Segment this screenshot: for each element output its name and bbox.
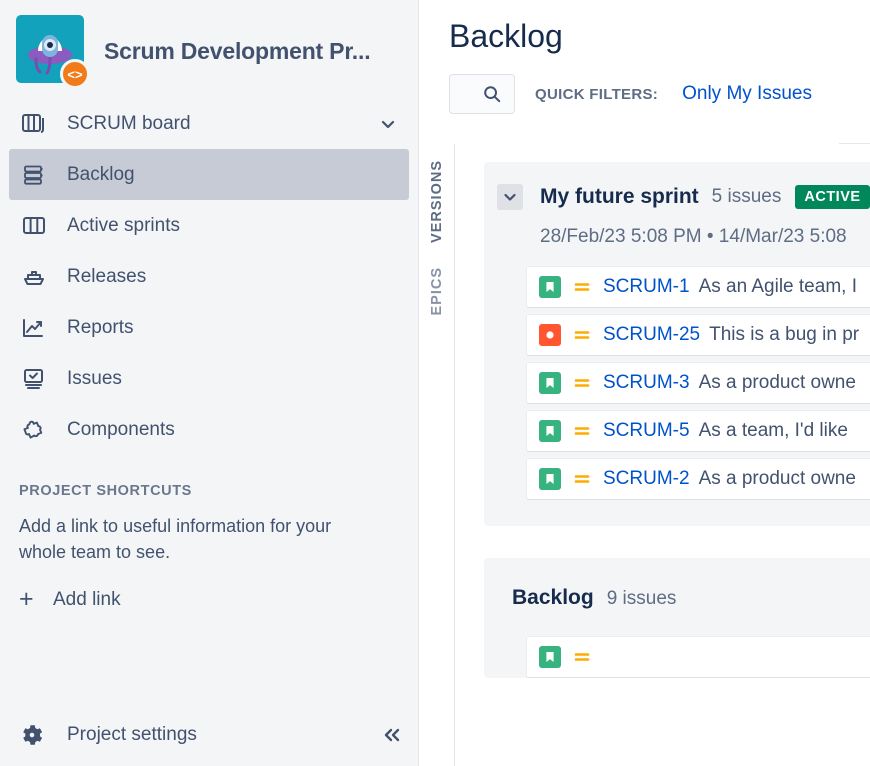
issue-summary: As an Agile team, I <box>698 276 857 297</box>
sprint-dates: 28/Feb/23 5:08 PM • 14/Mar/23 5:08 <box>540 226 847 247</box>
priority-medium-icon <box>573 650 591 664</box>
quick-filters-label: QUICK FILTERS: <box>535 85 659 103</box>
chevron-down-icon[interactable] <box>379 115 397 133</box>
sidebar-item-label: Components <box>67 418 175 440</box>
backlog-section: Backlog 9 issues <box>484 558 870 678</box>
code-badge-glyph: <> <box>67 66 83 82</box>
sidebar-item-label: Backlog <box>67 163 135 185</box>
search-input[interactable] <box>449 74 515 114</box>
sprint-issue-count: 5 issues <box>711 186 782 207</box>
page-title: Scrum Development Pr... <box>104 37 371 64</box>
backlog-content: VERSIONS EPICS My future sprint 5 issues… <box>419 144 870 766</box>
sidebar-item-issues[interactable]: Issues <box>9 353 409 404</box>
sidebar-item-label: Releases <box>67 265 147 287</box>
issue-key[interactable]: SCRUM-3 <box>603 372 690 394</box>
gear-icon <box>19 722 49 748</box>
table-row[interactable]: SCRUM-2 As a product owne <box>526 458 870 500</box>
table-row[interactable] <box>526 636 870 678</box>
story-bookmark-icon <box>539 646 561 668</box>
tab-versions[interactable]: VERSIONS <box>429 154 445 249</box>
project-settings-label: Project settings <box>67 724 197 745</box>
sprint-section: My future sprint 5 issues ACTIVE 28/Feb/… <box>484 162 870 526</box>
chart-trend-icon <box>19 313 49 343</box>
backlog-layers-icon <box>19 160 49 190</box>
issue-summary: As a team, I'd like <box>698 420 848 441</box>
priority-medium-icon <box>573 376 591 390</box>
issue-key[interactable]: SCRUM-5 <box>603 420 690 442</box>
quick-filter-only-my-issues[interactable]: Only My Issues <box>682 83 812 105</box>
add-link-label: Add link <box>53 588 121 610</box>
backlog-section-header: Backlog 9 issues <box>484 586 870 610</box>
sidebar-item-scrum-board[interactable]: SCRUM board <box>9 98 409 149</box>
backlog-issue-count: 9 issues <box>606 588 677 609</box>
project-sidebar: <> Scrum Development Pr... SCRUM board B… <box>0 0 419 766</box>
tab-epics[interactable]: EPICS <box>429 261 445 322</box>
sidebar-item-active-sprints[interactable]: Active sprints <box>9 200 409 251</box>
backlog-page-title: Backlog <box>449 18 563 54</box>
bug-circle-icon <box>539 324 561 346</box>
sidebar-item-label: Active sprints <box>67 214 180 236</box>
sidebar-nav: SCRUM board Backlog Active sprints Relea… <box>0 98 418 455</box>
project-shortcuts-description: Add a link to useful information for you… <box>19 516 332 563</box>
sidebar-item-label: Reports <box>67 316 134 338</box>
sprint-header: My future sprint 5 issues ACTIVE <box>484 180 870 214</box>
side-panel-tabs: VERSIONS EPICS <box>419 144 455 766</box>
status-badge: ACTIVE <box>795 184 870 210</box>
backlog-scroll-area[interactable]: My future sprint 5 issues ACTIVE 28/Feb/… <box>455 144 870 766</box>
table-row[interactable]: SCRUM-25 This is a bug in pr <box>526 314 870 356</box>
sidebar-item-releases[interactable]: Releases <box>9 251 409 302</box>
sidebar-item-backlog[interactable]: Backlog <box>9 149 409 200</box>
project-settings-button[interactable]: Project settings <box>0 710 418 760</box>
double-chevron-left-icon[interactable] <box>382 725 404 745</box>
table-row[interactable]: SCRUM-5 As a team, I'd like <box>526 410 870 452</box>
jira-backlog-screen: <> Scrum Development Pr... SCRUM board B… <box>0 0 870 766</box>
sidebar-item-components[interactable]: Components <box>9 404 409 455</box>
project-shortcuts-heading: PROJECT SHORTCUTS <box>19 483 192 499</box>
board-stack-icon <box>19 109 49 139</box>
sidebar-item-reports[interactable]: Reports <box>9 302 409 353</box>
story-bookmark-icon <box>539 372 561 394</box>
code-badge-icon: <> <box>60 59 90 89</box>
search-icon <box>484 86 501 103</box>
story-bookmark-icon <box>539 420 561 442</box>
story-bookmark-icon <box>539 468 561 490</box>
backlog-issue-list <box>484 636 870 678</box>
priority-medium-icon <box>573 424 591 438</box>
plus-icon: + <box>19 585 34 614</box>
avatar: <> <box>16 15 90 89</box>
issue-key[interactable]: SCRUM-2 <box>603 468 690 490</box>
chevron-down-icon[interactable] <box>497 184 523 210</box>
issue-summary: This is a bug in pr <box>709 324 860 345</box>
priority-medium-icon <box>573 280 591 294</box>
issue-summary: As a product owne <box>698 468 856 489</box>
columns-icon <box>19 211 49 241</box>
priority-medium-icon <box>573 328 591 342</box>
table-row[interactable]: SCRUM-3 As a product owne <box>526 362 870 404</box>
sidebar-item-label: Issues <box>67 367 122 389</box>
issue-summary: As a product owne <box>698 372 856 393</box>
add-link-button[interactable]: + Add link <box>19 587 418 612</box>
backlog-main: Backlog QUICK FILTERS: Only My Issues VE… <box>419 0 870 766</box>
filters-toolbar: QUICK FILTERS: Only My Issues <box>449 71 870 117</box>
table-row[interactable]: SCRUM-1 As an Agile team, I <box>526 266 870 308</box>
backlog-section-title: Backlog <box>512 586 594 609</box>
priority-medium-icon <box>573 472 591 486</box>
sprint-name: My future sprint <box>540 185 699 208</box>
sprint-issue-list: SCRUM-1 As an Agile team, I SCRUM-25 Thi… <box>484 266 870 500</box>
sidebar-item-label: SCRUM board <box>67 112 191 134</box>
issue-key[interactable]: SCRUM-25 <box>603 324 700 346</box>
issues-check-icon <box>19 364 49 394</box>
ship-icon <box>19 262 49 292</box>
issue-key[interactable]: SCRUM-1 <box>603 276 690 298</box>
puzzle-icon <box>19 415 49 445</box>
story-bookmark-icon <box>539 276 561 298</box>
project-header[interactable]: <> Scrum Development Pr... <box>0 0 418 92</box>
